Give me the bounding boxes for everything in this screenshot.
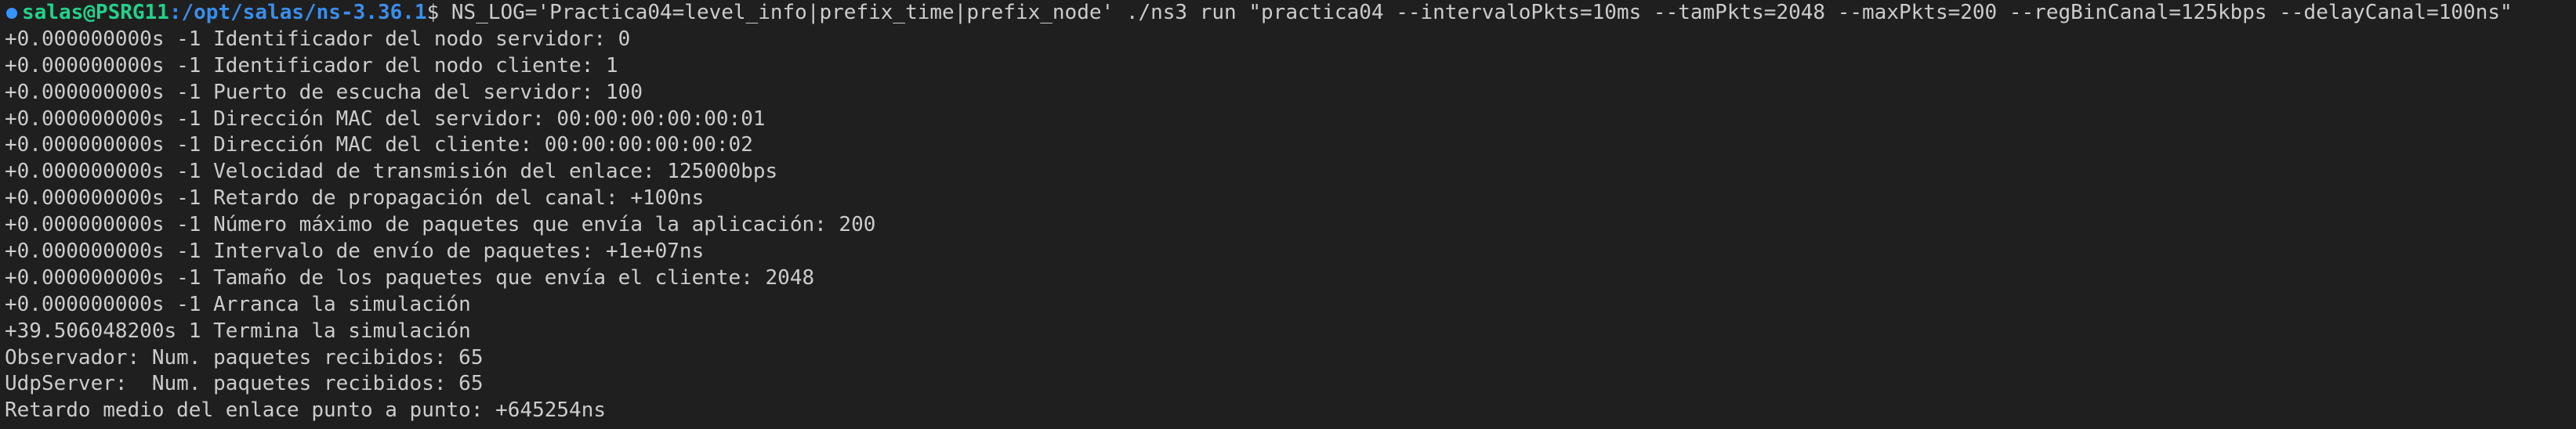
output-line: +0.000000000s -1 Dirección MAC del clien… [5,133,753,157]
output-line: +0.000000000s -1 Dirección MAC del servi… [5,106,766,131]
output-line: +39.506048200s 1 Termina la simulación [5,319,471,343]
output-line: Observador: Num. paquetes recibidos: 65 [5,345,484,370]
command-prompt-line: salas@PSRG11 :/opt/salas/ns-3.36.1 $ NS_… [5,0,2576,27]
output-line: +0.000000000s -1 Velocidad de transmisió… [5,160,778,184]
command-text: NS_LOG='Practica04=level_info|prefix_tim… [451,1,2513,24]
output-line: +0.000000000s -1 Identificador del nodo … [5,53,618,78]
output-line: UdpServer: Num. paquetes recibidos: 65 [5,372,484,396]
output-line: Retardo medio del enlace punto a punto: … [5,398,607,423]
output-line: +0.000000000s -1 Identificador del nodo … [5,27,631,51]
output-line: +0.000000000s -1 Tamaño de los paquetes … [5,265,815,290]
output-line: +0.000000000s -1 Número máximo de paquet… [5,213,876,237]
output-line: +0.000000000s -1 Puerto de escucha del s… [5,80,643,104]
prompt-symbol: $ [426,1,451,24]
prompt-user-host: salas@PSRG11 [22,1,169,24]
output-line: +0.000000000s -1 Arranca la simulación [5,292,471,316]
command-status-dot-icon[interactable] [6,7,17,19]
prompt-path: :/opt/salas/ns-3.36.1 [168,1,427,24]
output-line: +0.000000000s -1 Retardo de propagación … [5,186,705,211]
output-line: +0.000000000s -1 Intervalo de envío de p… [5,240,705,264]
terminal-window[interactable]: salas@PSRG11 :/opt/salas/ns-3.36.1 $ NS_… [0,0,2576,429]
